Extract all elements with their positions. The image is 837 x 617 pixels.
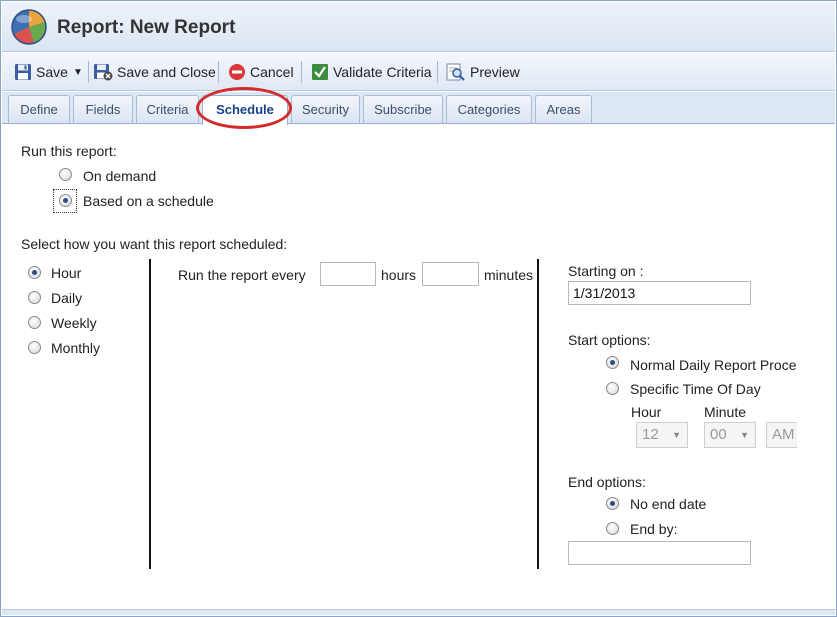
minute-select-label: Minute [704,404,747,420]
hour-radio[interactable] [28,266,41,279]
end-by-radio[interactable] [606,522,619,535]
hour-select-value: 12 [642,426,659,443]
hour-select[interactable]: 12 ▼ [636,422,688,448]
end-by-input[interactable] [568,541,751,565]
toolbar-separator [301,61,302,83]
toolbar: Save ▼ Save and Close Cancel Validate Cr… [2,53,835,91]
starting-on-label: Starting on : [568,263,644,279]
save-button[interactable]: Save [14,61,68,83]
hour-select-label: Hour [631,404,662,420]
window-title: Report: New Report [57,17,236,38]
column-divider [149,259,151,569]
start-options-label: Start options: [568,332,651,348]
cancel-icon [229,64,245,80]
ampm-select-value: AM [772,426,795,443]
report-logo-icon [11,9,47,45]
starting-on-input[interactable]: 1/31/2013 [568,281,751,305]
hour-label: Hour [51,265,82,281]
chevron-down-icon: ▼ [672,430,681,440]
normal-processing-label: Normal Daily Report Processing [630,357,797,373]
daily-label: Daily [51,290,83,306]
report-window: Report: New Report Save ▼ Save and Close… [0,0,837,617]
column-divider [537,259,539,569]
minutes-label: minutes [484,267,534,283]
toolbar-separator [88,61,89,83]
run-report-label: Run this report: [21,143,117,159]
monthly-radio[interactable] [28,341,41,354]
footer-strip [2,609,835,615]
toolbar-separator [437,61,438,83]
minute-select[interactable]: 00 ▼ [704,422,756,448]
specific-time-label: Specific Time Of Day [630,381,761,397]
tab-security[interactable]: Security [291,95,360,123]
save-and-close-button[interactable]: Save and Close [93,61,216,83]
preview-magnifier-icon [446,63,465,81]
cancel-label: Cancel [250,64,294,80]
title-bar: Report: New Report [2,2,835,52]
on-demand-radio[interactable] [59,168,72,181]
save-dropdown-button[interactable]: ▼ [73,61,83,83]
run-every-label: Run the report every [178,267,306,283]
monthly-label: Monthly [51,340,101,356]
schedule-type-label: Select how you want this report schedule… [21,236,288,252]
based-on-schedule-radio[interactable] [59,194,72,207]
validate-criteria-button[interactable]: Validate Criteria [311,61,432,83]
toolbar-separator [218,61,219,83]
weekly-label: Weekly [51,315,97,331]
no-end-date-label: No end date [630,496,707,512]
preview-label: Preview [470,64,520,80]
tab-subscribe[interactable]: Subscribe [363,95,443,123]
weekly-radio[interactable] [28,316,41,329]
preview-button[interactable]: Preview [446,61,520,83]
save-and-close-label: Save and Close [117,64,216,80]
end-by-label: End by: [630,521,678,537]
hours-label: hours [381,267,417,283]
chevron-down-icon: ▼ [740,430,749,440]
tab-categories[interactable]: Categories [446,95,532,123]
tab-schedule[interactable]: Schedule [202,95,288,125]
tab-areas[interactable]: Areas [535,95,592,123]
tab-bar: Define Fields Criteria Schedule Security… [2,92,835,125]
specific-time-radio[interactable] [606,382,619,395]
tab-define[interactable]: Define [8,95,70,123]
minutes-input[interactable] [422,262,479,286]
daily-radio[interactable] [28,291,41,304]
tab-fields[interactable]: Fields [73,95,133,123]
caret-down-icon: ▼ [73,66,83,78]
hours-input[interactable] [320,262,376,286]
save-close-icon [94,64,113,81]
based-on-schedule-label: Based on a schedule [83,193,214,209]
tab-criteria[interactable]: Criteria [136,95,199,123]
normal-processing-option: Normal Daily Report Processing [606,353,797,375]
checkbox-check-icon [312,64,328,80]
validate-criteria-label: Validate Criteria [333,64,432,80]
on-demand-label: On demand [83,168,157,184]
floppy-disk-icon [15,64,31,80]
ampm-select[interactable]: AM [766,422,797,448]
normal-processing-radio[interactable] [606,356,619,369]
end-options-label: End options: [568,474,646,490]
no-end-date-radio[interactable] [606,497,619,510]
minute-select-value: 00 [710,426,727,443]
cancel-button[interactable]: Cancel [228,61,294,83]
save-label: Save [36,64,68,80]
